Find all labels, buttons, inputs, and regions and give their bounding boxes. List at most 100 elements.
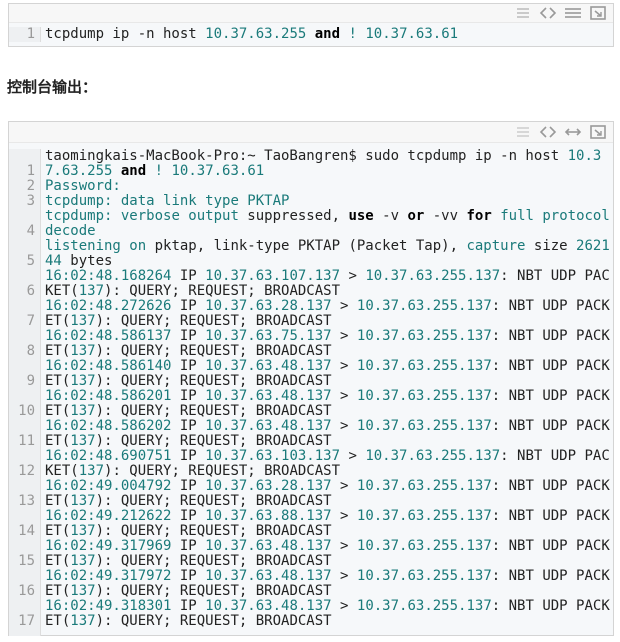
code-token: 16:02:48.586137 <box>45 328 172 344</box>
list-view-icon[interactable] <box>514 6 532 20</box>
code-token: 10.37.63.255.137 <box>356 568 492 584</box>
code-token: 16:02:49.004792 <box>45 478 172 494</box>
code-token: 10.37.63.255.137 <box>356 418 492 434</box>
code-token: suppressed, <box>247 208 349 224</box>
line-number-gutter: 1 <box>9 27 41 42</box>
code-token: 137 <box>70 583 96 599</box>
code-token: IP <box>171 328 206 344</box>
code-token: ): QUERY; REQUEST; BROADCAST <box>95 433 332 449</box>
code-token: > <box>331 328 357 344</box>
code-token: ! <box>348 26 357 42</box>
code-token: 10.37.63.255.137 <box>365 448 501 464</box>
code-token: > <box>331 508 357 524</box>
line-number: 4 <box>26 223 35 239</box>
expand-icon[interactable] <box>589 6 607 20</box>
code-token: 16:02:49.212622 <box>45 508 172 524</box>
code-token: 137 <box>70 313 96 329</box>
code-token: tcpdump: <box>45 193 113 209</box>
code-token: tcpdump ip -n host <box>45 26 206 42</box>
code-line: taomingkais-MacBook-Pro:~ TaoBangren$ su… <box>45 149 613 179</box>
code-token: IP <box>171 388 206 404</box>
code-view-icon[interactable] <box>539 6 557 20</box>
code-token: -vv <box>424 208 467 224</box>
code-token: listening on <box>45 238 147 254</box>
code-block-command: 1 tcpdump ip -n host 10.37.63.255 and ! … <box>8 3 614 47</box>
code-token: 10.37.63.75.137 <box>205 328 332 344</box>
code-token: and <box>314 26 341 42</box>
code-token: 10.37.63.255.137 <box>356 598 492 614</box>
code-token: 10.37.63.255 <box>205 26 307 42</box>
code-token: 137 <box>78 463 105 479</box>
code-token: tcpdump: <box>45 208 113 224</box>
code-token: 10.37.63.255.137 <box>356 478 492 494</box>
code-block-output: 1 2 3 4 5 6 7 8 9 10 11 12 13 14 15 16 17 taomingkais-Ma… <box>8 121 614 636</box>
code-view-icon[interactable] <box>539 125 557 139</box>
code-token: 10.37.63.255.137 <box>356 298 492 314</box>
line-number: 10 <box>18 403 35 419</box>
code-token: IP <box>171 298 206 314</box>
code-token: ): QUERY; REQUEST; BROADCAST <box>104 463 341 479</box>
code-token: 10.37.63.255.137 <box>356 538 492 554</box>
line-number: 7 <box>26 313 35 329</box>
code-line: 16:02:49.317969 IP 10.37.63.48.137 > 10.… <box>45 539 613 569</box>
code-token: 16:02:48.272626 <box>45 298 172 314</box>
code-lines: taomingkais-MacBook-Pro:~ TaoBangren$ su… <box>41 149 613 636</box>
code-token: > <box>331 538 357 554</box>
code-token: 137 <box>70 553 96 569</box>
line-number: 11 <box>18 433 35 449</box>
line-number: 3 <box>26 193 35 209</box>
code-line: Password: <box>45 179 613 194</box>
code-token: 10.37.63.255.137 <box>356 508 492 524</box>
code-token: 10.37.63.48.137 <box>205 598 332 614</box>
code-token: 10.37.63.48.137 <box>205 388 332 404</box>
line-number: 17 <box>18 613 35 629</box>
code-line: 16:02:49.212622 IP 10.37.63.88.137 > 10.… <box>45 509 613 539</box>
code-token: ): QUERY; REQUEST; BROADCAST <box>95 373 332 389</box>
code-token: 10.37.63.255.137 <box>356 388 492 404</box>
code-token: for <box>466 208 492 224</box>
section-heading: 控制台输出： <box>7 78 98 96</box>
expand-icon[interactable] <box>589 125 607 139</box>
code-token: IP <box>171 598 206 614</box>
code-token: and <box>120 163 147 179</box>
code-token: data link type PKTAP <box>112 193 290 209</box>
code-token: ): QUERY; REQUEST; BROADCAST <box>95 403 332 419</box>
line-number: 16 <box>18 583 35 599</box>
code-token: > <box>331 298 357 314</box>
line-number: 1 <box>26 163 35 179</box>
code-token: 16:02:49.318301 <box>45 598 172 614</box>
code-token: ! <box>154 163 164 179</box>
code-area: 1 2 3 4 5 6 7 8 9 10 11 12 13 14 15 16 17 taomingkais-Ma… <box>9 143 613 636</box>
code-token: > <box>331 598 357 614</box>
code-token: 10.37.63.255.137 <box>356 328 492 344</box>
horizontal-expand-icon[interactable] <box>564 125 582 139</box>
code-token: 16:02:48.586201 <box>45 388 172 404</box>
code-token: 10.37.63.28.137 <box>205 478 332 494</box>
code-token: use <box>348 208 374 224</box>
code-token: IP <box>171 358 206 374</box>
code-token: > <box>340 268 366 284</box>
code-token: IP <box>171 448 206 464</box>
line-number: 2 <box>26 178 35 194</box>
line-number: 12 <box>18 463 35 479</box>
code-token: 10.37.63.61 <box>365 26 459 42</box>
code-token: ): QUERY; REQUEST; BROADCAST <box>95 343 332 359</box>
line-number: 14 <box>18 523 35 539</box>
code-token: IP <box>171 268 206 284</box>
code-token: 16:02:48.690751 <box>45 448 172 464</box>
code-token: 137 <box>78 283 105 299</box>
code-area: 1 tcpdump ip -n host 10.37.63.255 and ! … <box>9 23 613 46</box>
code-token: -v <box>373 208 408 224</box>
code-line: 16:02:48.586137 IP 10.37.63.75.137 > 10.… <box>45 329 613 359</box>
code-token: > <box>340 448 366 464</box>
code-token: 10.37.63.28.137 <box>205 298 332 314</box>
code-token: 137 <box>70 433 96 449</box>
code-line: 16:02:48.690751 IP 10.37.63.103.137 > 10… <box>45 449 613 479</box>
code-token: 10.37.63.48.137 <box>205 418 332 434</box>
code-token: 16:02:48.168264 <box>45 268 172 284</box>
list-view-icon[interactable] <box>514 125 532 139</box>
code-token: 16:02:49.317972 <box>45 568 172 584</box>
code-token: 10.37.63.48.137 <box>205 358 332 374</box>
wrap-lines-icon[interactable] <box>564 6 582 20</box>
